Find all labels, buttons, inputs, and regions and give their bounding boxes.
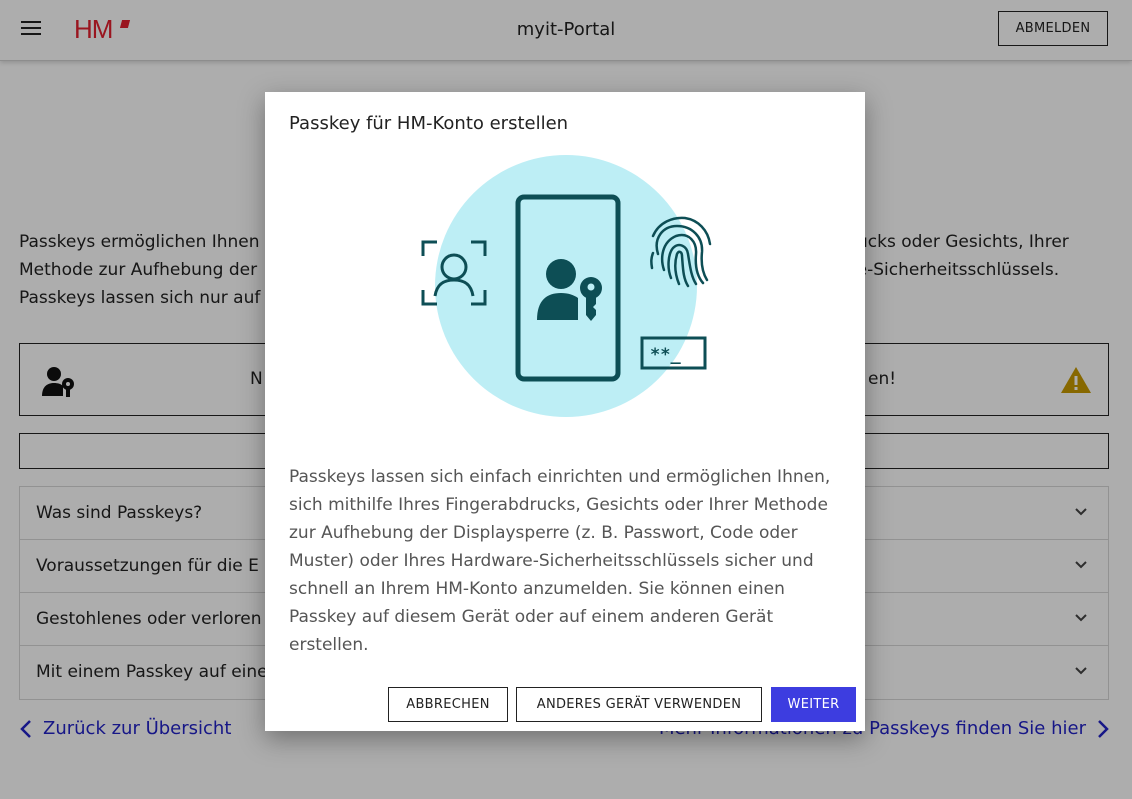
passkey-illustration: **_: [421, 155, 712, 417]
dialog-title: Passkey für HM-Konto erstellen: [289, 113, 569, 134]
next-button[interactable]: WEITER: [771, 687, 856, 722]
use-other-device-button[interactable]: ANDERES GERÄT VERWENDEN: [516, 687, 762, 722]
password-mask-text: **_: [650, 345, 681, 365]
cancel-button[interactable]: ABBRECHEN: [388, 687, 508, 722]
passkey-dialog: Passkey für HM-Konto erstellen **_ Passk…: [265, 92, 865, 731]
dialog-body: Passkeys lassen sich einfach einrichten …: [289, 467, 831, 655]
